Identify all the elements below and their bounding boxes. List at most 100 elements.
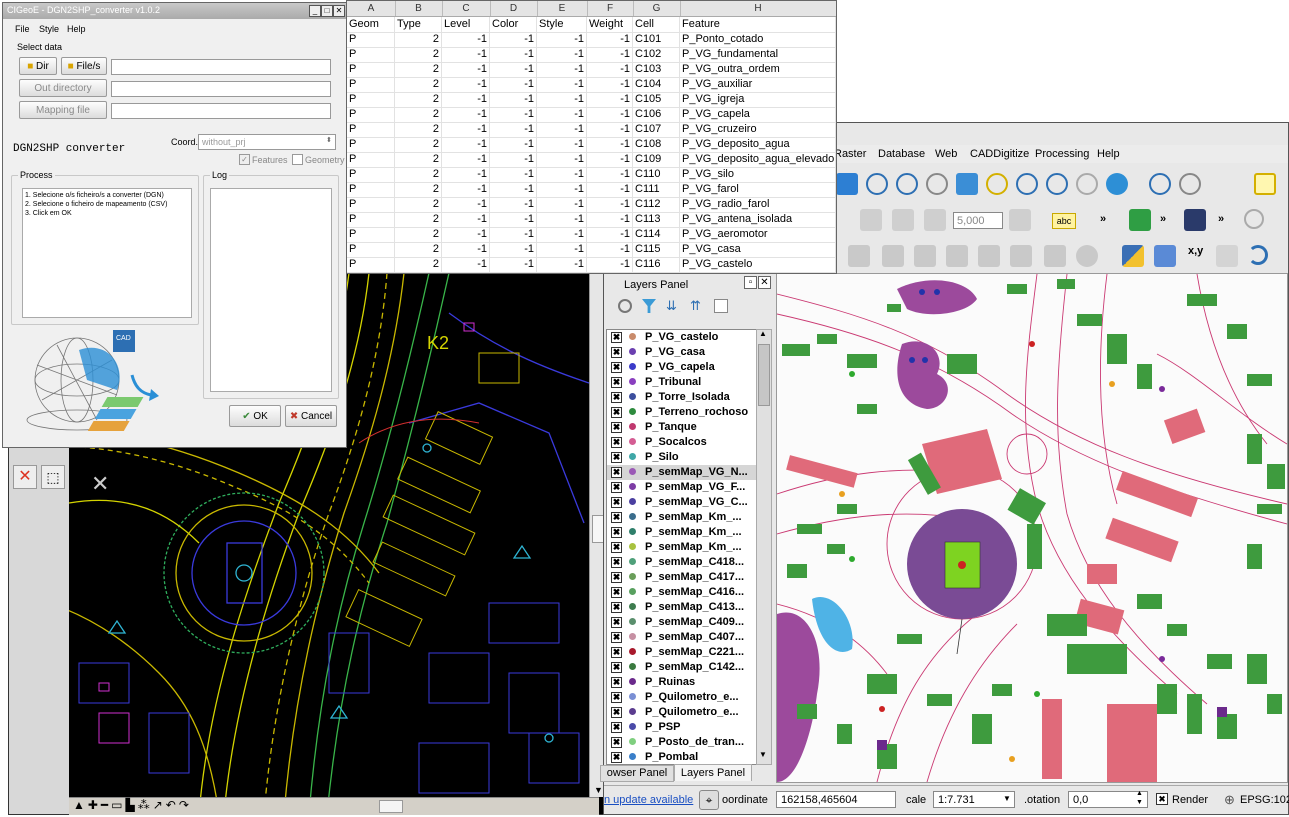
table-cell[interactable]: -1 (587, 122, 633, 137)
close-panel-icon[interactable]: ✕ (758, 276, 771, 289)
log-textarea[interactable] (210, 188, 332, 392)
maximize-icon[interactable]: □ (321, 5, 333, 17)
python-console-icon[interactable] (1122, 245, 1144, 267)
header-cell[interactable]: Geom (347, 17, 395, 32)
table-cell[interactable]: -1 (537, 212, 587, 227)
table-cell[interactable]: P_VG_outra_ordem (680, 62, 836, 77)
layer-item[interactable]: ✖ P_PSP (607, 720, 757, 735)
table-cell[interactable]: P_VG_fundamental (680, 47, 836, 62)
table-cell[interactable]: P_VG_antena_isolada (680, 212, 836, 227)
table-cell[interactable]: 2 (395, 227, 442, 242)
table-cell[interactable]: -1 (587, 32, 633, 47)
table-cell[interactable]: -1 (490, 197, 537, 212)
menu-help[interactable]: Help (1097, 148, 1120, 160)
refresh-icon[interactable] (1106, 173, 1128, 195)
select-features-icon[interactable] (1254, 173, 1276, 195)
offset-icon[interactable] (914, 245, 936, 267)
layer-visibility-checkbox[interactable]: ✖ (611, 377, 622, 388)
menu-caddigitize[interactable]: CADDigitize (970, 148, 1029, 160)
table-cell[interactable]: P (347, 107, 395, 122)
layer-item[interactable]: ✖ P_Tribunal (607, 375, 757, 390)
ok-button[interactable]: ✔ OK (229, 405, 281, 427)
table-cell[interactable]: -1 (442, 257, 490, 272)
layer-visibility-checkbox[interactable]: ✖ (611, 332, 622, 343)
rotation-stepper-icon[interactable]: ▲ ▼ (1136, 789, 1143, 807)
table-cell[interactable]: P_VG_deposito_agua (680, 137, 836, 152)
dir-button[interactable]: ■ Dir (19, 57, 57, 75)
table-cell[interactable]: -1 (490, 167, 537, 182)
delete-icon[interactable]: ✕ (13, 465, 37, 489)
table-cell[interactable]: -1 (490, 137, 537, 152)
table-cell[interactable]: -1 (587, 242, 633, 257)
edit-plugin-icon[interactable] (1129, 209, 1151, 231)
header-cell[interactable]: Style (537, 17, 587, 32)
layer-item[interactable]: ✖ P_semMap_Km_... (607, 540, 757, 555)
table-cell[interactable]: P (347, 212, 395, 227)
circle-tool-icon[interactable] (1244, 209, 1264, 229)
table-cell[interactable]: P (347, 182, 395, 197)
layer-item[interactable]: ✖ P_VG_casa (607, 345, 757, 360)
layer-item[interactable]: ✖ P_semMap_VG_C... (607, 495, 757, 510)
table-cell[interactable]: -1 (537, 167, 587, 182)
table-cell[interactable]: -1 (442, 122, 490, 137)
layer-item[interactable]: ✖ P_semMap_C416... (607, 585, 757, 600)
table-cell[interactable]: -1 (490, 77, 537, 92)
layer-visibility-checkbox[interactable]: ✖ (611, 527, 622, 538)
table-cell[interactable]: P (347, 197, 395, 212)
layers-scroll-thumb[interactable] (758, 344, 770, 406)
cad-hscroll-thumb[interactable] (379, 800, 403, 813)
table-cell[interactable]: 2 (395, 77, 442, 92)
layer-visibility-checkbox[interactable]: ✖ (611, 707, 622, 718)
table-cell[interactable]: C108 (633, 137, 680, 152)
layer-item[interactable]: ✖ P_semMap_Km_... (607, 510, 757, 525)
table-cell[interactable]: 2 (395, 212, 442, 227)
table-cell[interactable]: -1 (537, 227, 587, 242)
table-cell[interactable]: P (347, 77, 395, 92)
table-cell[interactable]: -1 (587, 182, 633, 197)
layer-item[interactable]: ✖ P_Torre_Isolada (607, 390, 757, 405)
header-cell[interactable]: Color (490, 17, 537, 32)
table-cell[interactable]: -1 (587, 152, 633, 167)
layer-visibility-checkbox[interactable]: ✖ (611, 437, 622, 448)
table-cell[interactable]: -1 (537, 242, 587, 257)
header-cell[interactable]: Type (395, 17, 442, 32)
map-canvas[interactable] (776, 273, 1288, 783)
table-cell[interactable]: -1 (587, 47, 633, 62)
layer-item[interactable]: ✖ P_Silo (607, 450, 757, 465)
out-directory-button[interactable]: Out directory (19, 79, 107, 97)
table-cell[interactable]: -1 (490, 227, 537, 242)
scroll-down-icon[interactable]: ▼ (759, 750, 767, 759)
layer-visibility-checkbox[interactable]: ✖ (611, 632, 622, 643)
table-cell[interactable]: 2 (395, 182, 442, 197)
layer-visibility-checkbox[interactable]: ✖ (611, 512, 622, 523)
table-cell[interactable]: P_Ponto_cotado (680, 32, 836, 47)
zoom-next-icon[interactable] (1076, 173, 1098, 195)
table-cell[interactable]: 2 (395, 32, 442, 47)
tab-layers-panel[interactable]: Layers Panel (674, 764, 752, 781)
table-cell[interactable]: -1 (490, 122, 537, 137)
table-cell[interactable]: -1 (537, 152, 587, 167)
table-cell[interactable]: C109 (633, 152, 680, 167)
menu-web[interactable]: Web (935, 148, 957, 160)
table-cell[interactable]: -1 (442, 242, 490, 257)
coordinate-field[interactable]: 162158,465604 (776, 791, 896, 808)
layer-visibility-checkbox[interactable]: ✖ (611, 692, 622, 703)
layer-visibility-checkbox[interactable]: ✖ (611, 362, 622, 373)
table-cell[interactable]: 2 (395, 62, 442, 77)
filter-icon[interactable] (642, 299, 656, 313)
header-cell[interactable]: Cell (633, 17, 680, 32)
scroll-up-icon[interactable]: ▲ (759, 329, 767, 338)
table-cell[interactable]: -1 (442, 32, 490, 47)
rotate-icon[interactable] (1076, 245, 1098, 267)
table-cell[interactable]: -1 (490, 182, 537, 197)
layer-item[interactable]: ✖ P_Tanque (607, 420, 757, 435)
table-cell[interactable]: -1 (587, 107, 633, 122)
table-cell[interactable]: 2 (395, 257, 442, 272)
rotate-point-icon[interactable] (1044, 245, 1066, 267)
layer-visibility-checkbox[interactable]: ✖ (611, 722, 622, 733)
zoom-full-icon[interactable] (956, 173, 978, 195)
table-cell[interactable]: -1 (442, 47, 490, 62)
layer-visibility-checkbox[interactable]: ✖ (611, 572, 622, 583)
table-cell[interactable]: P (347, 137, 395, 152)
table-cell[interactable]: -1 (587, 62, 633, 77)
